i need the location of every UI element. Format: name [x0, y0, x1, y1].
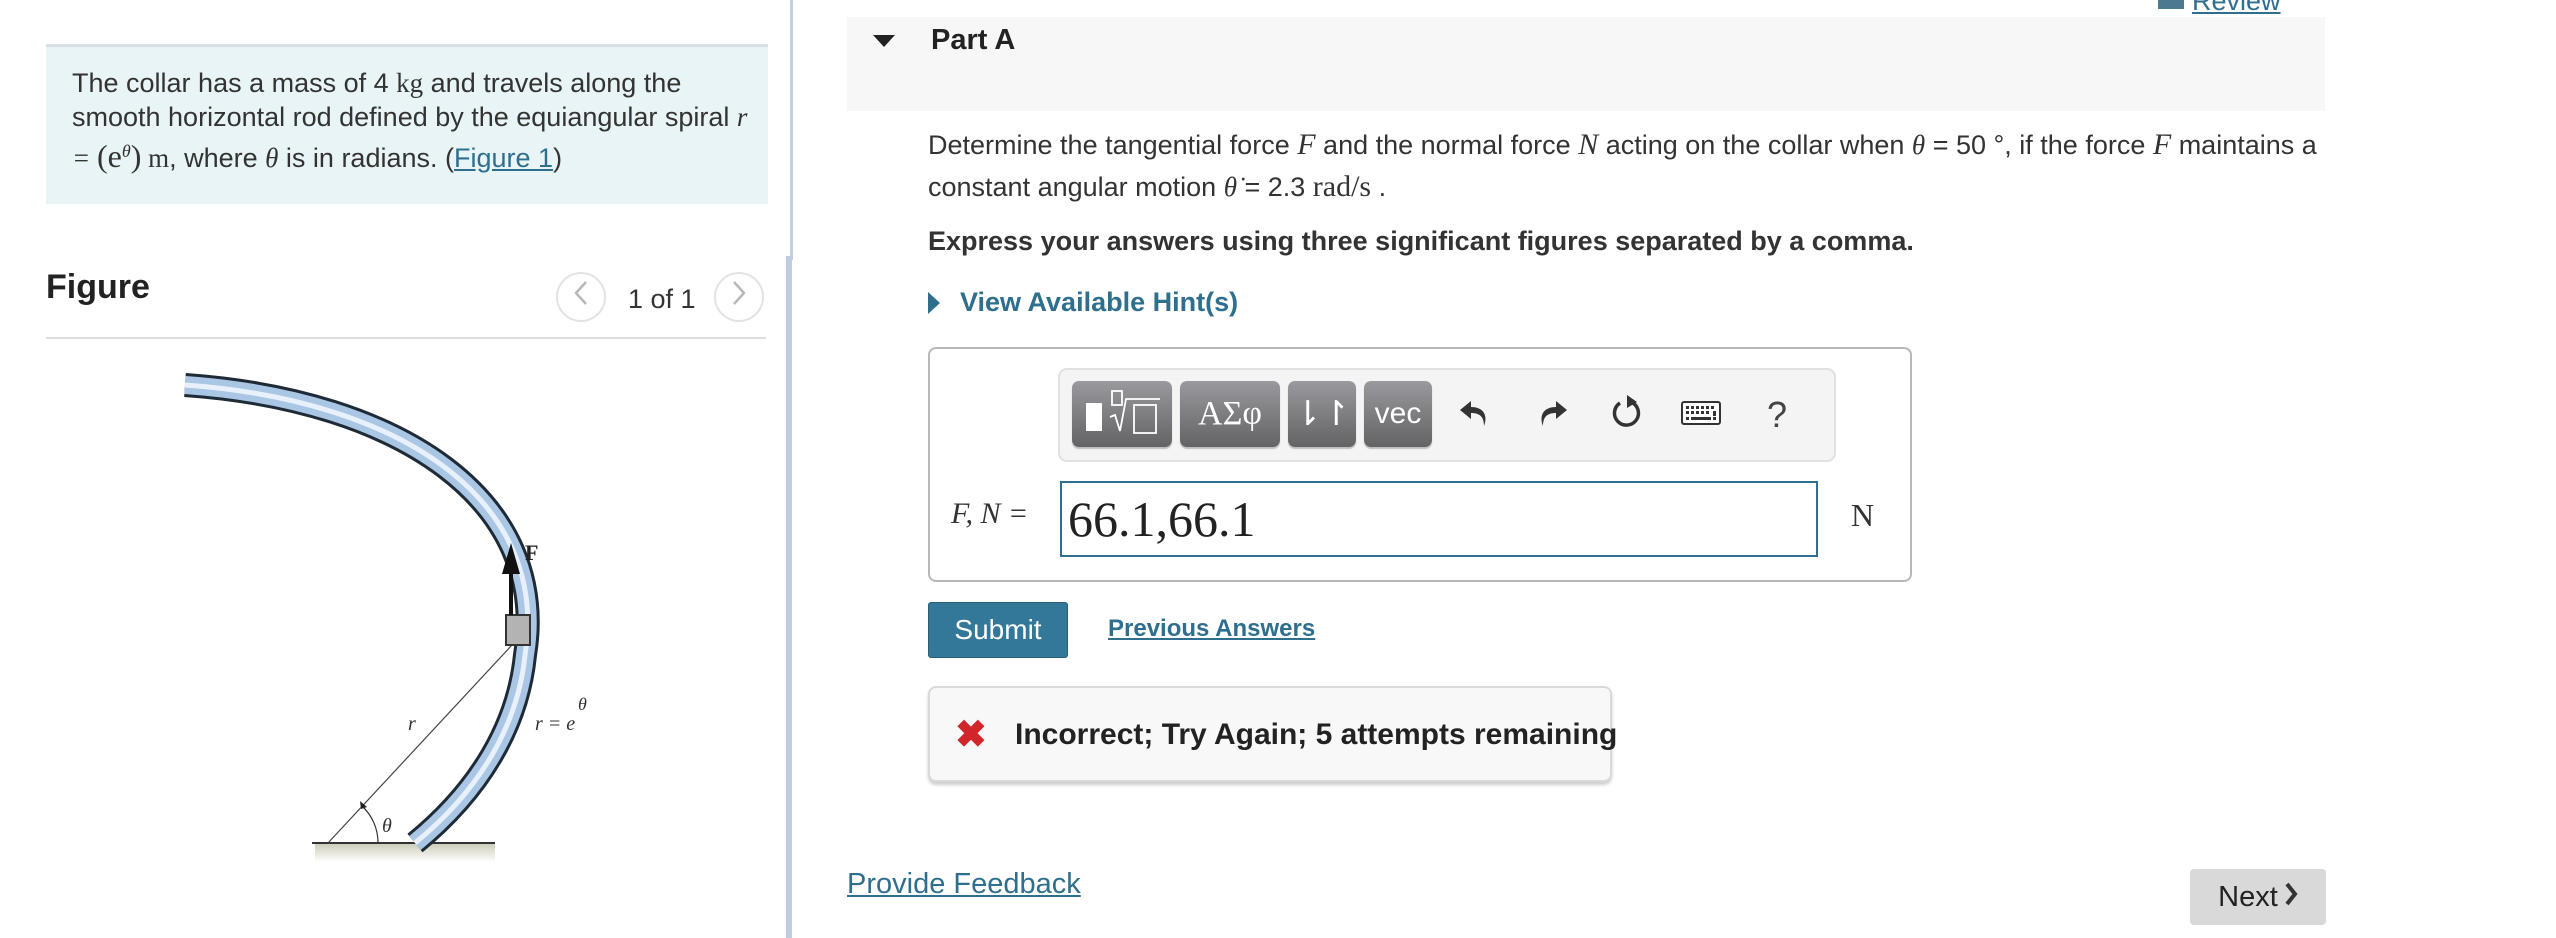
problem-text: ) [553, 143, 563, 173]
chevron-left-icon [573, 280, 589, 314]
question-fragment: Determine the tangential force [928, 130, 1298, 160]
theta-symbol: θ [1911, 130, 1926, 160]
part-title: Part A [931, 24, 1016, 56]
force-label: F [525, 540, 538, 565]
equation-exponent: θ [121, 141, 131, 161]
equation-unit: m [141, 143, 170, 173]
mass-unit: kg [396, 68, 424, 98]
collapse-caret-icon[interactable] [873, 35, 895, 47]
redo-icon [1535, 396, 1569, 435]
templates-icon [1080, 387, 1164, 442]
theta-symbol: θ [265, 143, 279, 173]
previous-answers-link[interactable]: Previous Answers [1108, 615, 1315, 643]
force-symbol-F: F [1297, 128, 1316, 161]
question-fragment: = 2.3 [1236, 172, 1313, 202]
problem-text: , where [169, 143, 266, 173]
figure-pager-text: 1 of 1 [628, 284, 696, 314]
angle-arc [361, 805, 379, 844]
question-fragment: . [1371, 172, 1387, 202]
figure-next-button[interactable] [714, 272, 764, 322]
radius-line [327, 644, 513, 844]
question-fragment: = 50 °, if the force [1925, 130, 2153, 160]
spiral-equation-exponent: θ [578, 694, 587, 714]
angle-label: θ [382, 815, 392, 837]
spiral-rod [184, 376, 537, 850]
next-button[interactable]: Next [2190, 869, 2326, 925]
figure-link[interactable]: Figure 1 [454, 143, 553, 173]
question-fragment: acting on the collar when [1598, 130, 1912, 160]
collar [505, 614, 531, 646]
incorrect-x-icon: ✖ [955, 714, 987, 756]
ground [315, 842, 495, 862]
panel-scrollbar[interactable] [786, 256, 792, 938]
templates-button[interactable] [1072, 381, 1172, 447]
question-text: Determine the tangential force F and the… [928, 124, 2328, 208]
book-icon [2158, 0, 2184, 9]
figure-title: Figure [46, 268, 150, 306]
greek-symbols-button[interactable]: ΑΣφ [1180, 381, 1280, 447]
problem-text: The collar has a mass of 4 [72, 68, 397, 98]
undo-button[interactable] [1450, 385, 1500, 445]
question-fragment: and the normal force [1315, 130, 1579, 160]
force-symbol-F: F [2152, 128, 2172, 161]
problem-statement: The collar has a mass of 4 kg and travel… [72, 66, 752, 175]
instruction-text: Express your answers using three signifi… [928, 226, 1914, 256]
answer-input[interactable]: 66.1,66.1 [1060, 481, 1818, 557]
provide-feedback-link[interactable]: Provide Feedback [847, 868, 1081, 901]
review-link[interactable]: Review [2158, 0, 2281, 17]
part-a-header[interactable] [847, 17, 2325, 111]
vector-button[interactable]: vec [1364, 381, 1432, 447]
redo-button[interactable] [1527, 385, 1577, 445]
feedback-message: Incorrect; Try Again; 5 attempts remaini… [1015, 718, 1618, 751]
figure-prev-button[interactable] [556, 272, 606, 322]
keyboard-icon [1681, 400, 1721, 430]
help-button[interactable]: ? [1752, 385, 1802, 445]
review-link-label: Review [2192, 0, 2281, 16]
keyboard-button[interactable] [1676, 385, 1726, 445]
expand-caret-icon[interactable] [928, 292, 940, 314]
rate-unit: rad/s [1312, 170, 1372, 203]
force-symbol-N: N [1578, 128, 1599, 161]
submit-button[interactable]: Submit [928, 602, 1068, 658]
undo-icon [1458, 396, 1492, 435]
figure-divider [46, 337, 766, 339]
reset-button[interactable] [1602, 385, 1652, 445]
radius-label: r [408, 713, 416, 735]
spiral-equation-label: r = e [535, 713, 575, 735]
reset-icon [1608, 394, 1646, 437]
arrows-button[interactable]: ⇂↾ [1288, 381, 1356, 447]
answer-label: F, N = [951, 497, 1029, 530]
spiral-rod-figure: F r r = e θ θ [184, 373, 587, 862]
equation-rhs: (e [96, 138, 122, 174]
equation-close: ) [130, 138, 142, 174]
view-hints-link[interactable]: View Available Hint(s) [960, 287, 1238, 318]
problem-text: is in radians. ( [278, 143, 454, 173]
answer-unit: N [1851, 497, 1875, 533]
chevron-right-icon [2284, 881, 2298, 914]
theta-dot-symbol: θ̇ [1223, 172, 1237, 202]
next-button-label: Next [2218, 880, 2278, 913]
panel-divider [790, 0, 793, 260]
chevron-right-icon [731, 280, 747, 314]
